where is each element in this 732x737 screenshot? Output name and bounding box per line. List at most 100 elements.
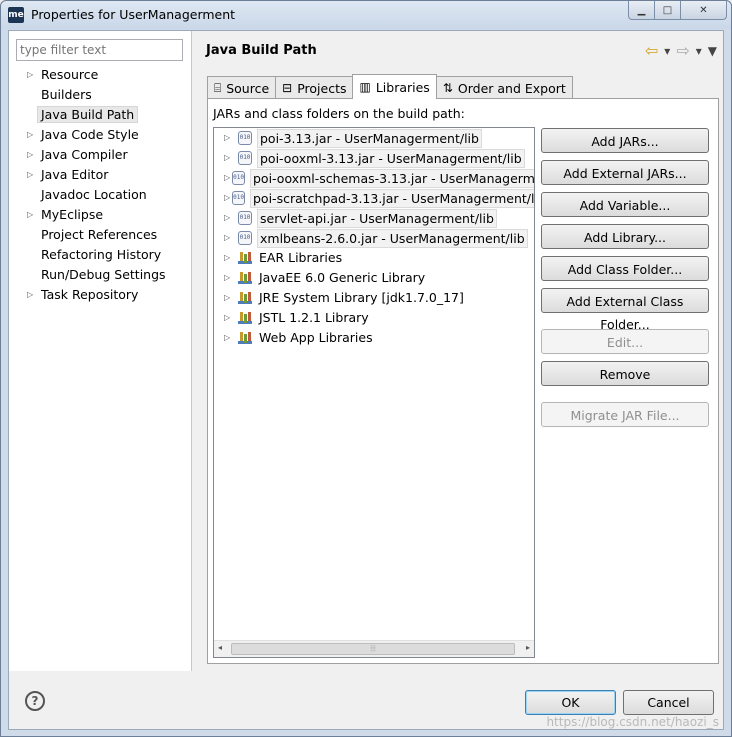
tree-item-label: Run/Debug Settings: [41, 267, 166, 282]
tree-item[interactable]: Builders: [9, 85, 192, 105]
expand-arrow-icon[interactable]: ▷: [27, 165, 33, 185]
library-container-icon: [238, 291, 252, 305]
libraries-items: ▷ 010 poi-3.13.jar - UserManagerment/lib ▷ 0…: [214, 128, 534, 348]
jar-file-icon: 010: [238, 131, 252, 145]
expand-arrow-icon[interactable]: ▷: [224, 288, 236, 308]
tree-item[interactable]: ▷ Java Code Style: [9, 125, 192, 145]
filter-input[interactable]: [16, 39, 183, 61]
list-item-label: servlet-api.jar - UserManagerment/lib: [257, 208, 497, 228]
tree-item[interactable]: ▷ MyEclipse: [9, 205, 192, 225]
property-nav-panel: ▷ Resource Builders Java Build Path ▷Java Co…: [9, 31, 192, 671]
expand-arrow-icon[interactable]: ▷: [27, 205, 33, 225]
list-item[interactable]: ▷ 010 poi-ooxml-schemas-3.13.jar - UserMan…: [214, 168, 534, 188]
order-export-icon: ⇅: [442, 81, 453, 95]
list-item[interactable]: ▷ JavaEE 6.0 Generic Library: [214, 268, 534, 288]
ok-button[interactable]: OK: [525, 690, 616, 715]
list-item[interactable]: ▷ 010 poi-scratchpad-3.13.jar - UserManage…: [214, 188, 534, 208]
expand-arrow-icon[interactable]: ▷: [224, 248, 236, 268]
add-library-button[interactable]: Add Library...: [541, 224, 709, 249]
list-item-label: EAR Libraries: [259, 250, 343, 265]
tab-libraries[interactable]: ▥ Libraries: [352, 74, 437, 99]
close-button[interactable]: ✕: [681, 1, 727, 20]
tree-item[interactable]: ▷ Java Editor: [9, 165, 192, 185]
myeclipse-app-icon: me: [8, 7, 24, 23]
list-item-label: JavaEE 6.0 Generic Library: [259, 270, 426, 285]
expand-arrow-icon[interactable]: ▷: [224, 168, 230, 188]
expand-arrow-icon[interactable]: ▷: [224, 228, 236, 248]
expand-arrow-icon[interactable]: ▷: [224, 128, 236, 148]
scroll-thumb[interactable]: ⦙⦙⦙: [231, 643, 515, 655]
tree-item[interactable]: Project References: [9, 225, 192, 245]
jar-file-icon: 010: [238, 231, 252, 245]
tree-item-label: Builders: [41, 87, 92, 102]
scroll-left-icon[interactable]: ◂: [218, 643, 222, 652]
expand-arrow-icon[interactable]: ▷: [224, 308, 236, 328]
tree-item-label: Resource: [41, 67, 99, 82]
add-external-class-folder-button[interactable]: Add External Class Folder...: [541, 288, 709, 332]
tab-order-and-export[interactable]: ⇅ Order and Export: [435, 76, 573, 99]
list-item[interactable]: ▷ JRE System Library [jdk1.7.0_17]: [214, 288, 534, 308]
list-item-label: poi-ooxml-3.13.jar - UserManagerment/lib: [257, 148, 525, 168]
maximize-button[interactable]: □: [655, 1, 681, 20]
list-item-label: poi-scratchpad-3.13.jar - UserManagermen…: [250, 188, 534, 208]
forward-arrow-icon[interactable]: ⇨: [676, 41, 689, 60]
remove-button[interactable]: Remove: [541, 361, 709, 386]
property-tree: ▷ Resource Builders Java Build Path ▷ Java Co…: [9, 65, 192, 305]
expand-arrow-icon[interactable]: ▷: [224, 208, 236, 228]
list-item[interactable]: ▷ 010 poi-3.13.jar - UserManagerment/lib: [214, 128, 534, 148]
add-external-jars-button[interactable]: Add External JARs...: [541, 160, 709, 185]
window-controls: ▁ □ ✕: [628, 1, 727, 20]
scroll-right-icon[interactable]: ▸: [526, 643, 530, 652]
tab-source[interactable]: ⌸ Source: [207, 76, 277, 99]
expand-arrow-icon[interactable]: ▷: [27, 125, 33, 145]
add-class-folder-button[interactable]: Add Class Folder...: [541, 256, 709, 281]
view-menu-icon[interactable]: ▼: [708, 44, 717, 58]
tree-item[interactable]: Java Build Path: [9, 105, 192, 125]
expand-arrow-icon[interactable]: ▷: [27, 285, 33, 305]
migrate-jar-button[interactable]: Migrate JAR File...: [541, 402, 709, 427]
horizontal-scrollbar[interactable]: ◂ ⦙⦙⦙ ▸: [214, 640, 534, 657]
title-bar[interactable]: me Properties for UserManagerment ▁ □ ✕: [1, 1, 731, 29]
expand-arrow-icon[interactable]: ▷: [224, 268, 236, 288]
projects-icon: ⊟: [282, 81, 293, 95]
tree-item[interactable]: ▷ Java Compiler: [9, 145, 192, 165]
libraries-list[interactable]: ▷ 010 poi-3.13.jar - UserManagerment/lib ▷ 0…: [213, 127, 535, 658]
back-dropdown-icon[interactable]: ▾: [664, 44, 670, 58]
properties-dialog: me Properties for UserManagerment ▁ □ ✕ …: [0, 0, 732, 737]
tree-item-label: Task Repository: [41, 287, 139, 302]
jar-file-icon: 010: [238, 211, 252, 225]
tree-item[interactable]: Refactoring History: [9, 245, 192, 265]
tree-item-label: Java Build Path: [37, 106, 139, 123]
tree-item[interactable]: Run/Debug Settings: [9, 265, 192, 285]
window-title: Properties for UserManagerment: [31, 7, 236, 22]
edit-button[interactable]: Edit...: [541, 329, 709, 354]
expand-arrow-icon[interactable]: ▷: [27, 145, 33, 165]
add-variable-button[interactable]: Add Variable...: [541, 192, 709, 217]
expand-arrow-icon[interactable]: ▷: [224, 328, 236, 348]
expand-arrow-icon[interactable]: ▷: [224, 188, 230, 208]
tree-item-label: Java Editor: [41, 167, 109, 182]
add-jars-button[interactable]: Add JARs...: [541, 128, 709, 153]
list-item-label: JRE System Library [jdk1.7.0_17]: [259, 290, 464, 305]
expand-arrow-icon[interactable]: ▷: [27, 65, 33, 85]
list-item-label: Web App Libraries: [259, 330, 373, 345]
list-item[interactable]: ▷ EAR Libraries: [214, 248, 534, 268]
tree-item[interactable]: Javadoc Location: [9, 185, 192, 205]
list-item[interactable]: ▷ 010 xmlbeans-2.6.0.jar - UserManagerment…: [214, 228, 534, 248]
tree-item[interactable]: ▷ Task Repository: [9, 285, 192, 305]
cancel-button[interactable]: Cancel: [623, 690, 714, 715]
forward-dropdown-icon[interactable]: ▾: [696, 44, 702, 58]
tree-item-label: MyEclipse: [41, 207, 104, 222]
library-container-icon: [238, 331, 252, 345]
property-page: Java Build Path ⇦ ▾ ⇨ ▾ ▼ ⌸ Source ⊟ Projec…: [193, 31, 723, 671]
back-arrow-icon[interactable]: ⇦: [645, 41, 658, 60]
help-icon[interactable]: ?: [25, 691, 45, 711]
list-item[interactable]: ▷ Web App Libraries: [214, 328, 534, 348]
list-item[interactable]: ▷ JSTL 1.2.1 Library: [214, 308, 534, 328]
tree-item[interactable]: ▷ Resource: [9, 65, 192, 85]
tab-projects[interactable]: ⊟ Projects: [275, 76, 354, 99]
list-item[interactable]: ▷ 010 poi-ooxml-3.13.jar - UserManagerment…: [214, 148, 534, 168]
list-item[interactable]: ▷ 010 servlet-api.jar - UserManagerment/li…: [214, 208, 534, 228]
expand-arrow-icon[interactable]: ▷: [224, 148, 236, 168]
minimize-button[interactable]: ▁: [628, 1, 655, 20]
